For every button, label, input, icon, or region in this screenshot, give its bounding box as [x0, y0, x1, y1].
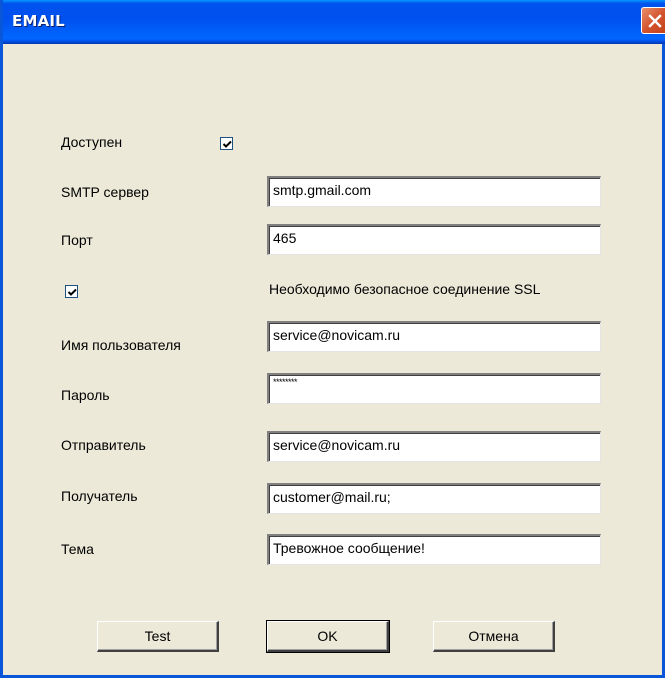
close-button[interactable] [641, 7, 665, 34]
ok-button[interactable]: OK [266, 620, 390, 653]
smtp-server-input[interactable]: smtp.gmail.com [267, 176, 601, 207]
sender-input[interactable]: service@novicam.ru [267, 431, 601, 462]
sender-label: Отправитель [61, 437, 146, 453]
title-bar[interactable]: EMAIL [3, 0, 665, 44]
username-label: Имя пользователя [61, 337, 181, 353]
smtp-server-label: SMTP сервер [61, 184, 149, 200]
test-button[interactable]: Test [97, 621, 219, 652]
checkmark-icon [222, 140, 232, 148]
enabled-checkbox[interactable] [220, 137, 233, 150]
ssl-label: Необходимо безопасное соединение SSL [269, 281, 541, 297]
port-input[interactable]: 465 [267, 224, 601, 255]
password-label: Пароль [61, 387, 110, 403]
email-dialog: EMAIL Доступен SMTP сервер smtp.gmail.co… [0, 0, 665, 678]
recipient-input[interactable]: customer@mail.ru; [267, 483, 601, 514]
recipient-label: Получатель [61, 488, 138, 504]
ssl-checkbox[interactable] [65, 285, 78, 298]
checkmark-icon [67, 288, 77, 296]
subject-label: Тема [61, 541, 94, 557]
password-input[interactable]: ******** [267, 373, 601, 404]
port-label: Порт [61, 232, 93, 248]
dialog-title: EMAIL [12, 12, 65, 30]
subject-input[interactable]: Тревожное сообщение! [267, 534, 601, 565]
cancel-button[interactable]: Отмена [433, 621, 555, 652]
close-icon [648, 14, 662, 28]
enabled-label: Доступен [61, 134, 123, 150]
username-input[interactable]: service@novicam.ru [267, 321, 601, 352]
